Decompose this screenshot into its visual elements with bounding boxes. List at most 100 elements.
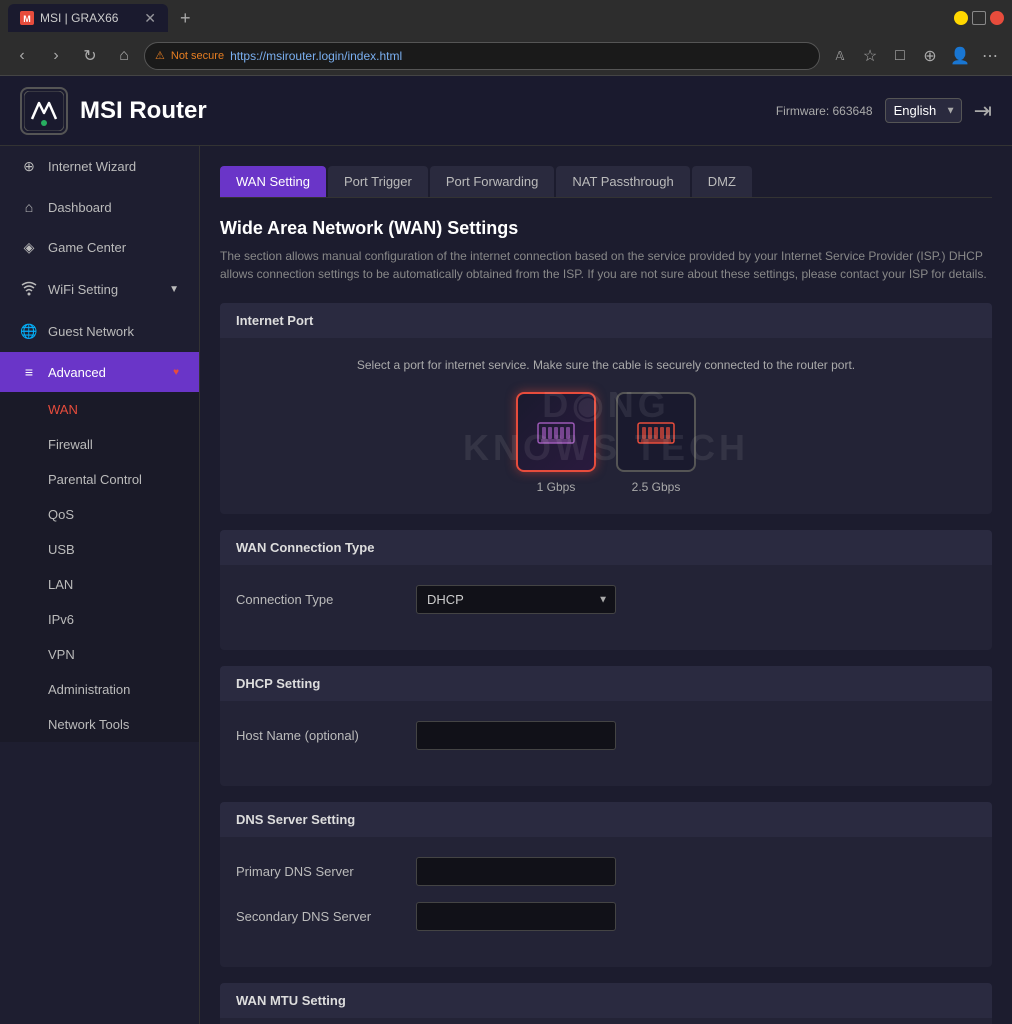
guest-network-icon: 🌐: [20, 323, 38, 340]
sidebar: ⊕ Internet Wizard ⌂ Dashboard ◈ Game Cen…: [0, 146, 200, 1024]
submenu-qos[interactable]: QoS: [0, 497, 199, 532]
submenu-administration[interactable]: Administration: [0, 672, 199, 707]
svg-text:M: M: [23, 14, 31, 24]
wan-connection-body: Connection Type DHCP PPPoE Static IP L2T…: [220, 565, 992, 650]
url-text: https://msirouter.login/index.html: [230, 49, 402, 63]
collections-button[interactable]: □: [886, 42, 914, 70]
sidebar-item-internet-wizard[interactable]: ⊕ Internet Wizard: [0, 146, 199, 187]
tab-nat-passthrough[interactable]: NAT Passthrough: [556, 166, 689, 197]
dashboard-icon: ⌂: [20, 199, 38, 215]
page-title: Wide Area Network (WAN) Settings: [220, 218, 992, 239]
internet-port-body: Select a port for internet service. Make…: [220, 338, 992, 514]
sidebar-label-dashboard: Dashboard: [48, 200, 112, 215]
minimize-button[interactable]: [954, 11, 968, 25]
sidebar-label-game-center: Game Center: [48, 240, 126, 255]
logout-button[interactable]: ⇥: [974, 98, 992, 124]
dns-setting-section: DNS Server Setting Primary DNS Server Se…: [220, 802, 992, 967]
connection-type-label: Connection Type: [236, 592, 416, 607]
sidebar-label-guest-network: Guest Network: [48, 324, 134, 339]
secondary-dns-row: Secondary DNS Server: [236, 902, 976, 931]
port-1gbps[interactable]: 1 Gbps: [516, 392, 596, 494]
favorites-button[interactable]: ☆: [856, 42, 884, 70]
firmware-label: Firmware: 663648: [776, 104, 873, 118]
home-button[interactable]: ⌂: [110, 42, 138, 70]
new-tab-button[interactable]: +: [172, 8, 199, 29]
app-header: MSI Router Firmware: 663648 English 中文 日…: [0, 76, 1012, 146]
submenu-parental-control[interactable]: Parental Control: [0, 462, 199, 497]
submenu-firewall[interactable]: Firewall: [0, 427, 199, 462]
advanced-arrow-icon: ♥: [173, 367, 179, 378]
wifi-arrow-icon: ▼: [169, 284, 179, 295]
connection-type-select[interactable]: DHCP PPPoE Static IP L2TP PPTP: [416, 585, 616, 614]
secondary-dns-label: Secondary DNS Server: [236, 909, 416, 924]
back-button[interactable]: ‹: [8, 42, 36, 70]
submenu-wan[interactable]: WAN: [0, 392, 199, 427]
primary-dns-input[interactable]: [416, 857, 616, 886]
reload-button[interactable]: ↻: [76, 42, 104, 70]
sidebar-item-dashboard[interactable]: ⌂ Dashboard: [0, 187, 199, 227]
dhcp-setting-section: DHCP Setting Host Name (optional): [220, 666, 992, 786]
dhcp-setting-header: DHCP Setting: [220, 666, 992, 701]
host-name-row: Host Name (optional): [236, 721, 976, 750]
submenu-network-tools[interactable]: Network Tools: [0, 707, 199, 742]
main-content: WAN Setting Port Trigger Port Forwarding…: [200, 146, 1012, 1024]
tab-wan-setting[interactable]: WAN Setting: [220, 166, 326, 197]
host-name-input[interactable]: [416, 721, 616, 750]
internet-wizard-icon: ⊕: [20, 158, 38, 175]
forward-button[interactable]: ›: [42, 42, 70, 70]
host-name-label: Host Name (optional): [236, 728, 416, 743]
logo-icon: [20, 87, 68, 135]
mtu-setting-section: WAN MTU Setting MTU Setting (bytes) defa…: [220, 983, 992, 1024]
tab-dmz[interactable]: DMZ: [692, 166, 752, 197]
tab-port-forwarding[interactable]: Port Forwarding: [430, 166, 554, 197]
wan-connection-section: WAN Connection Type Connection Type DHCP…: [220, 530, 992, 650]
security-label: Not secure: [171, 50, 224, 62]
address-bar: ‹ › ↻ ⌂ ⚠ Not secure https://msirouter.l…: [0, 36, 1012, 76]
sidebar-item-advanced[interactable]: ≡ Advanced ♥: [0, 352, 199, 392]
port-options: 1 Gbps: [236, 392, 976, 494]
close-tab-icon[interactable]: ✕: [144, 10, 156, 27]
primary-dns-label: Primary DNS Server: [236, 864, 416, 879]
language-select[interactable]: English 中文 日本語: [885, 98, 962, 123]
browser-tab[interactable]: M MSI | GRAX66 ✕: [8, 4, 168, 32]
tab-port-trigger[interactable]: Port Trigger: [328, 166, 428, 197]
submenu-ipv6[interactable]: IPv6: [0, 602, 199, 637]
advanced-icon: ≡: [20, 364, 38, 380]
close-button[interactable]: [990, 11, 1004, 25]
advanced-submenu: WAN Firewall Parental Control QoS USB LA…: [0, 392, 199, 742]
sidebar-item-wifi-setting[interactable]: WiFi Setting ▼: [0, 268, 199, 311]
port-1gbps-label: 1 Gbps: [537, 480, 576, 494]
dhcp-setting-body: Host Name (optional): [220, 701, 992, 786]
logo: MSI Router: [20, 87, 207, 135]
sidebar-label-wifi: WiFi Setting: [48, 282, 118, 297]
submenu-usb[interactable]: USB: [0, 532, 199, 567]
internet-port-section: Internet Port Select a port for internet…: [220, 303, 992, 514]
restore-button[interactable]: [972, 11, 986, 25]
submenu-lan[interactable]: LAN: [0, 567, 199, 602]
url-bar[interactable]: ⚠ Not secure https://msirouter.login/ind…: [144, 42, 820, 70]
port-25gbps-icon: [616, 392, 696, 472]
extensions-button[interactable]: ⊕: [916, 42, 944, 70]
profile-button[interactable]: 👤: [946, 42, 974, 70]
primary-dns-row: Primary DNS Server: [236, 857, 976, 886]
header-right: Firmware: 663648 English 中文 日本語 ⇥: [776, 98, 992, 124]
wan-connection-header: WAN Connection Type: [220, 530, 992, 565]
app-title: MSI Router: [80, 97, 207, 125]
port-instruction: Select a port for internet service. Make…: [236, 358, 976, 372]
lock-warning-icon: ⚠: [155, 49, 165, 62]
sidebar-label-internet-wizard: Internet Wizard: [48, 159, 136, 174]
mtu-setting-header: WAN MTU Setting: [220, 983, 992, 1018]
secondary-dns-input[interactable]: [416, 902, 616, 931]
connection-type-wrapper: DHCP PPPoE Static IP L2TP PPTP: [416, 585, 616, 614]
submenu-vpn[interactable]: VPN: [0, 637, 199, 672]
page-description: The section allows manual configuration …: [220, 247, 992, 283]
sidebar-item-game-center[interactable]: ◈ Game Center: [0, 227, 199, 268]
wifi-icon: [20, 280, 38, 299]
read-mode-button[interactable]: 𝔸: [826, 42, 854, 70]
internet-port-header: Internet Port: [220, 303, 992, 338]
language-selector-wrapper: English 中文 日本語: [885, 98, 962, 123]
dns-setting-body: Primary DNS Server Secondary DNS Server: [220, 837, 992, 967]
port-25gbps[interactable]: 2.5 Gbps: [616, 392, 696, 494]
menu-button[interactable]: ⋯: [976, 42, 1004, 70]
sidebar-item-guest-network[interactable]: 🌐 Guest Network: [0, 311, 199, 352]
